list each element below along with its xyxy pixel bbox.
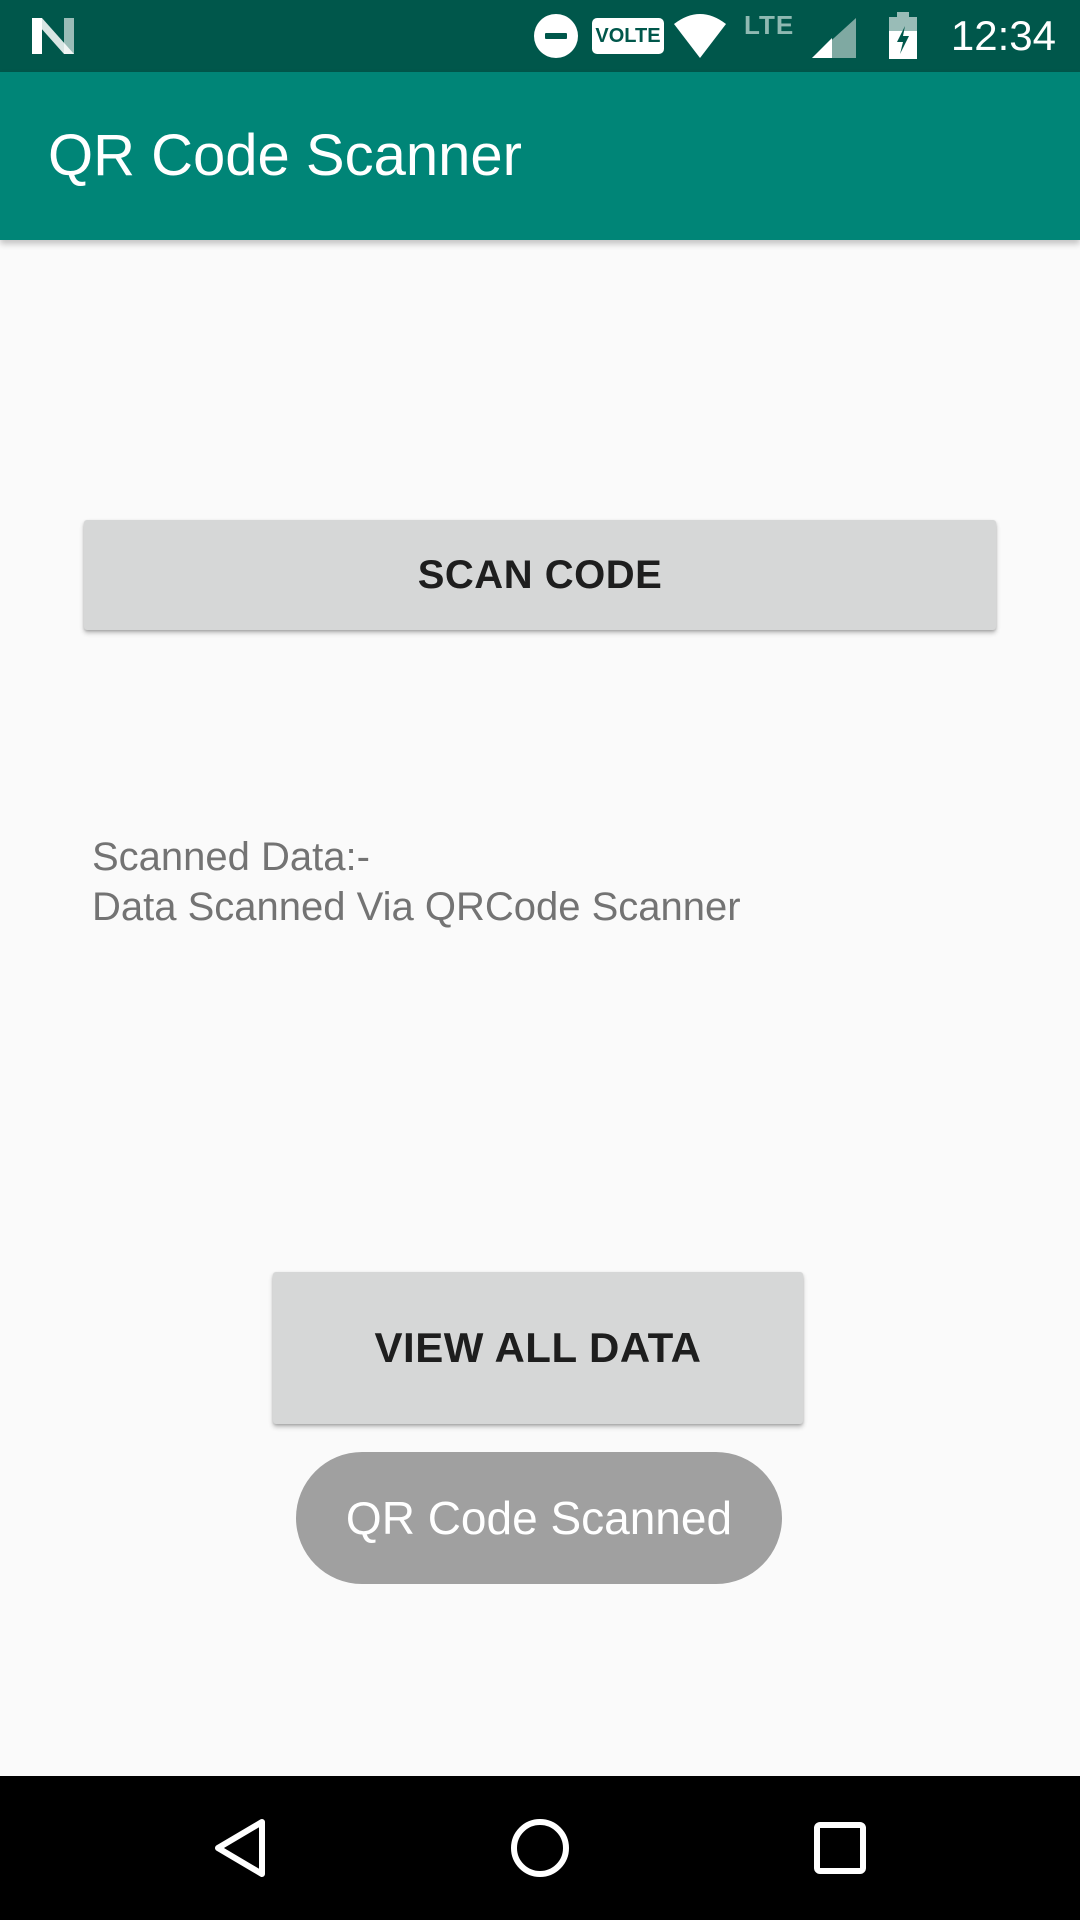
app-title: QR Code Scanner	[48, 123, 522, 188]
scanned-data-block: Scanned Data:- Data Scanned Via QRCode S…	[92, 832, 741, 932]
home-icon[interactable]	[500, 1808, 580, 1888]
volte-badge: VOLTE	[592, 18, 664, 54]
view-all-data-button[interactable]: VIEW ALL DATA	[273, 1272, 803, 1424]
lte-label: LTE	[744, 10, 795, 40]
battery-charging-icon	[889, 12, 917, 59]
status-bar: VOLTE LTE 12:34	[0, 0, 1080, 72]
scanned-data-label: Scanned Data:-	[92, 835, 370, 879]
recents-icon[interactable]	[800, 1808, 880, 1888]
signal-icon	[812, 18, 856, 58]
clock: 12:34	[950, 12, 1056, 59]
n-logo-icon	[32, 18, 74, 54]
navigation-bar	[0, 1776, 1080, 1920]
wifi-icon	[674, 14, 726, 58]
scanned-data-value: Data Scanned Via QRCode Scanner	[92, 885, 741, 929]
back-icon[interactable]	[200, 1808, 280, 1888]
screen: VOLTE LTE 12:34 QR Code Scanner SCAN COD…	[0, 0, 1080, 1920]
app-bar: QR Code Scanner	[0, 72, 1080, 240]
scan-code-button[interactable]: SCAN CODE	[84, 520, 996, 630]
toast-message: QR Code Scanned	[296, 1452, 782, 1584]
dnd-icon	[534, 14, 578, 58]
